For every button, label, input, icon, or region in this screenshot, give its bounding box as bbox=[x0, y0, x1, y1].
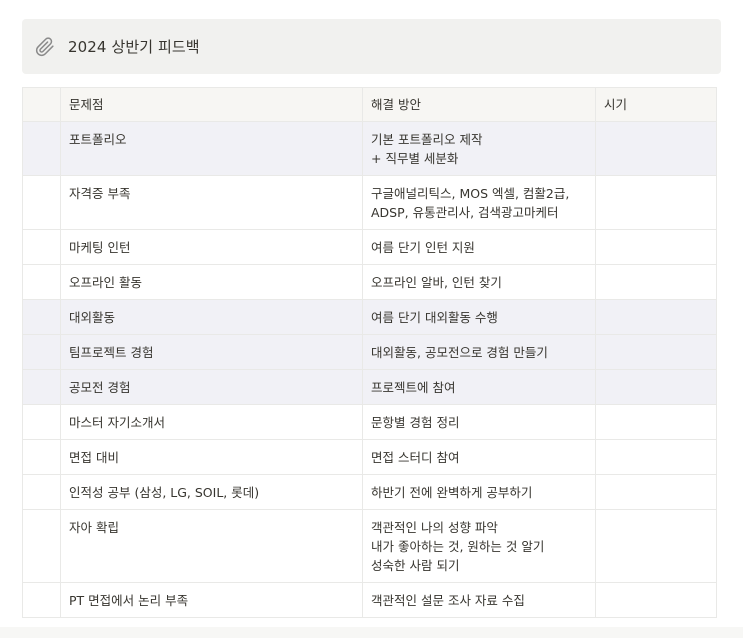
row-handle[interactable] bbox=[22, 299, 61, 335]
table-body: 포트폴리오 기본 포트폴리오 제작 + 직무별 세분화 자격증 부족 구글애널리틱스, … bbox=[22, 121, 717, 618]
row-handle[interactable] bbox=[22, 264, 61, 300]
cell-solution[interactable]: 프로젝트에 참여 bbox=[362, 369, 596, 405]
row-handle[interactable] bbox=[22, 509, 61, 583]
cell-solution-line: 기본 포트폴리오 제작 bbox=[371, 132, 483, 147]
table-row[interactable]: 팀프로젝트 경험 대외활동, 공모전으로 경험 만들기 bbox=[22, 334, 717, 370]
cell-problem[interactable]: 인적성 공부 (삼성, LG, SOIL, 롯데) bbox=[60, 474, 363, 510]
column-header-timing[interactable]: 시기 bbox=[595, 87, 717, 122]
cell-solution[interactable]: 하반기 전에 완벽하게 공부하기 bbox=[362, 474, 596, 510]
paperclip-icon bbox=[34, 36, 56, 58]
row-handle[interactable] bbox=[22, 229, 61, 265]
bottom-scroll-area bbox=[0, 627, 743, 638]
cell-problem[interactable]: 면접 대비 bbox=[60, 439, 363, 475]
row-handle[interactable] bbox=[22, 474, 61, 510]
row-handle[interactable] bbox=[22, 439, 61, 475]
callout-block: 2024 상반기 피드백 bbox=[22, 19, 721, 74]
column-header-solution[interactable]: 해결 방안 bbox=[362, 87, 596, 122]
cell-timing[interactable] bbox=[595, 299, 717, 335]
cell-solution-line: 프로젝트에 참여 bbox=[371, 380, 456, 395]
cell-problem[interactable]: 자아 확립 bbox=[60, 509, 363, 583]
table-row[interactable]: 마스터 자기소개서 문항별 경험 정리 bbox=[22, 404, 717, 440]
feedback-table: 문제점 해결 방안 시기 포트폴리오 기본 포트폴리오 제작 + 직무별 세분화자격… bbox=[22, 87, 717, 618]
cell-solution-line: ADSP, 유통관리사, 검색광고마케터 bbox=[371, 205, 559, 220]
cell-solution-line: 면접 스터디 참여 bbox=[371, 450, 460, 465]
cell-timing[interactable] bbox=[595, 369, 717, 405]
cell-problem[interactable]: 팀프로젝트 경험 bbox=[60, 334, 363, 370]
cell-solution[interactable]: 오프라인 알바, 인턴 찾기 bbox=[362, 264, 596, 300]
cell-problem[interactable]: 포트폴리오 bbox=[60, 121, 363, 176]
cell-solution[interactable]: 문항별 경험 정리 bbox=[362, 404, 596, 440]
cell-solution-line: 여름 단기 대외활동 수행 bbox=[371, 310, 498, 325]
cell-solution[interactable]: 객관적인 나의 성향 파악내가 좋아하는 것, 원하는 것 알기성숙한 사람 되… bbox=[362, 509, 596, 583]
table-row[interactable]: 자아 확립 객관적인 나의 성향 파악 내가 좋아하는 것, 원하는 것 알기 성숙한… bbox=[22, 509, 717, 583]
cell-timing[interactable] bbox=[595, 175, 717, 230]
cell-solution-line: 대외활동, 공모전으로 경험 만들기 bbox=[371, 345, 548, 360]
cell-solution-line: 하반기 전에 완벽하게 공부하기 bbox=[371, 485, 533, 500]
table-row[interactable]: 자격증 부족 구글애널리틱스, MOS 엑셀, 컴활2급, ADSP, 유통관리사,… bbox=[22, 175, 717, 230]
cell-problem[interactable]: 공모전 경험 bbox=[60, 369, 363, 405]
cell-solution[interactable]: 여름 단기 대외활동 수행 bbox=[362, 299, 596, 335]
cell-solution-line: 구글애널리틱스, MOS 엑셀, 컴활2급, bbox=[371, 186, 570, 201]
row-handle[interactable] bbox=[22, 175, 61, 230]
cell-solution-line: 객관적인 나의 성향 파악 bbox=[371, 520, 498, 535]
cell-solution[interactable]: 대외활동, 공모전으로 경험 만들기 bbox=[362, 334, 596, 370]
cell-problem[interactable]: 마스터 자기소개서 bbox=[60, 404, 363, 440]
cell-problem[interactable]: 자격증 부족 bbox=[60, 175, 363, 230]
cell-problem[interactable]: 오프라인 활동 bbox=[60, 264, 363, 300]
cell-solution-line: 문항별 경험 정리 bbox=[371, 415, 460, 430]
cell-timing[interactable] bbox=[595, 439, 717, 475]
row-handle[interactable] bbox=[22, 582, 61, 618]
cell-solution[interactable]: 구글애널리틱스, MOS 엑셀, 컴활2급, ADSP, 유통관리사, 검색광고마… bbox=[362, 175, 596, 230]
cell-timing[interactable] bbox=[595, 121, 717, 176]
row-handle[interactable] bbox=[22, 121, 61, 176]
cell-timing[interactable] bbox=[595, 509, 717, 583]
table-row[interactable]: 마케팅 인턴 여름 단기 인턴 지원 bbox=[22, 229, 717, 265]
table-row[interactable]: 면접 대비 면접 스터디 참여 bbox=[22, 439, 717, 475]
cell-solution[interactable]: 여름 단기 인턴 지원 bbox=[362, 229, 596, 265]
cell-timing[interactable] bbox=[595, 334, 717, 370]
cell-solution-line: 여름 단기 인턴 지원 bbox=[371, 240, 475, 255]
cell-solution[interactable]: 면접 스터디 참여 bbox=[362, 439, 596, 475]
row-handle[interactable] bbox=[22, 369, 61, 405]
cell-timing[interactable] bbox=[595, 474, 717, 510]
cell-solution[interactable]: 객관적인 설문 조사 자료 수집 bbox=[362, 582, 596, 618]
table-row[interactable]: PT 면접에서 논리 부족 객관적인 설문 조사 자료 수집 bbox=[22, 582, 717, 618]
cell-solution-line: 성숙한 사람 되기 bbox=[371, 558, 460, 573]
table-header-row: 문제점 해결 방안 시기 bbox=[22, 87, 717, 122]
row-handle-header bbox=[22, 87, 61, 122]
cell-solution-line: + 직무별 세분화 bbox=[371, 151, 459, 166]
cell-solution-line: 내가 좋아하는 것, 원하는 것 알기 bbox=[371, 539, 545, 554]
column-header-problem[interactable]: 문제점 bbox=[60, 87, 363, 122]
table-row[interactable]: 인적성 공부 (삼성, LG, SOIL, 롯데) 하반기 전에 완벽하게 공부하… bbox=[22, 474, 717, 510]
cell-solution-line: 객관적인 설문 조사 자료 수집 bbox=[371, 593, 525, 608]
callout-title: 2024 상반기 피드백 bbox=[68, 38, 200, 56]
row-handle[interactable] bbox=[22, 334, 61, 370]
cell-timing[interactable] bbox=[595, 264, 717, 300]
cell-problem[interactable]: 마케팅 인턴 bbox=[60, 229, 363, 265]
row-handle[interactable] bbox=[22, 404, 61, 440]
cell-solution[interactable]: 기본 포트폴리오 제작 + 직무별 세분화 bbox=[362, 121, 596, 176]
table-row[interactable]: 포트폴리오 기본 포트폴리오 제작 + 직무별 세분화 bbox=[22, 121, 717, 176]
cell-timing[interactable] bbox=[595, 229, 717, 265]
table-row[interactable]: 오프라인 활동 오프라인 알바, 인턴 찾기 bbox=[22, 264, 717, 300]
cell-solution-line: 오프라인 알바, 인턴 찾기 bbox=[371, 275, 502, 290]
cell-problem[interactable]: 대외활동 bbox=[60, 299, 363, 335]
table-row[interactable]: 공모전 경험 프로젝트에 참여 bbox=[22, 369, 717, 405]
cell-timing[interactable] bbox=[595, 582, 717, 618]
cell-problem[interactable]: PT 면접에서 논리 부족 bbox=[60, 582, 363, 618]
cell-timing[interactable] bbox=[595, 404, 717, 440]
table-row[interactable]: 대외활동 여름 단기 대외활동 수행 bbox=[22, 299, 717, 335]
